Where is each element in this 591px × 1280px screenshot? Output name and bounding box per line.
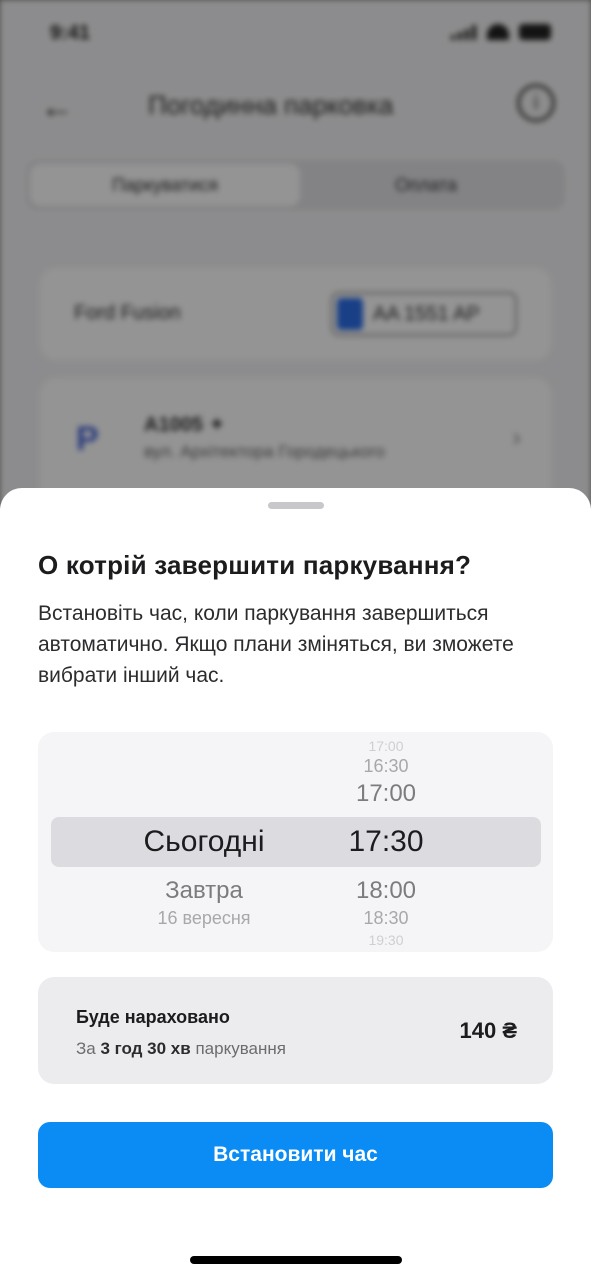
time-option[interactable]: 18:30 — [328, 908, 444, 929]
charge-prefix: За — [76, 1039, 96, 1058]
charge-price: 140 ₴ — [459, 1018, 518, 1043]
day-option[interactable]: 16 вересня — [114, 908, 294, 929]
sheet-grabber[interactable] — [268, 502, 324, 509]
home-indicator — [190, 1256, 402, 1264]
time-option-selected[interactable]: 17:30 — [328, 825, 444, 859]
time-option[interactable]: 17:00 — [328, 738, 444, 754]
end-time-picker[interactable]: Сьогодні Завтра 16 вересня 17:00 16:30 1… — [38, 732, 553, 952]
set-time-button[interactable]: Встановити час — [38, 1122, 553, 1188]
time-option[interactable]: 19:30 — [328, 932, 444, 948]
charge-suffix: паркування — [195, 1039, 286, 1058]
time-option[interactable]: 17:00 — [328, 780, 444, 808]
sheet-title: О котрій завершити паркування? — [38, 550, 472, 580]
day-option-selected[interactable]: Сьогодні — [114, 825, 294, 859]
charge-label: Буде нараховано — [76, 1007, 230, 1027]
charge-duration-text: За 3 год 30 хв паркування — [76, 1039, 286, 1059]
time-option[interactable]: 16:30 — [328, 756, 444, 777]
end-time-bottom-sheet: О котрій завершити паркування? Встановіт… — [0, 488, 591, 1280]
charge-summary-card: Буде нараховано За 3 год 30 хв паркуванн… — [38, 977, 553, 1084]
charge-duration: 3 год 30 хв — [100, 1039, 191, 1058]
sheet-description: Встановіть час, коли паркування завершит… — [38, 602, 514, 687]
day-option[interactable]: Завтра — [114, 877, 294, 905]
time-option[interactable]: 18:00 — [328, 877, 444, 905]
